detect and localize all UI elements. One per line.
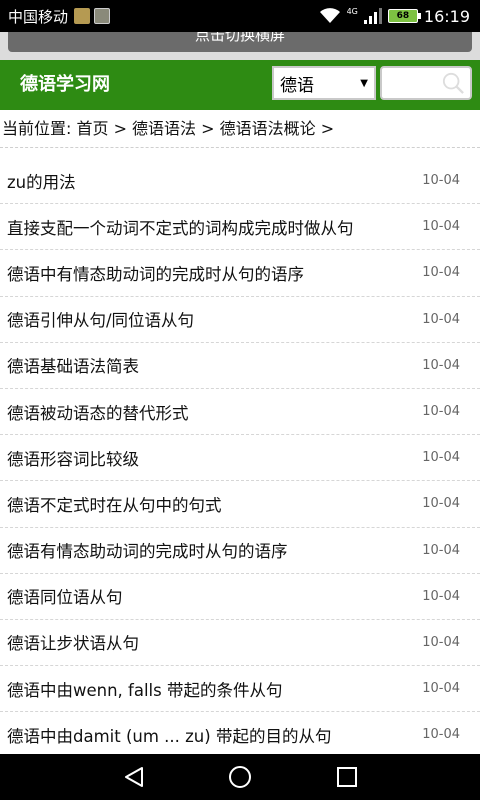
network-type-label: 4G [346,6,358,16]
article-list: zu的用法 10-04 直接支配一个动词不定式的词构成完成时做从句 10-04 德语… [0,158,480,759]
search-icon[interactable] [442,72,464,94]
article-title[interactable]: 德语基础语法简表 [7,353,139,377]
article-date: 10-04 [422,173,460,189]
article-date: 10-04 [422,450,460,466]
dropdown-arrow-icon: ▼ [360,77,368,89]
list-item[interactable]: 德语形容词比较级 10-04 [0,435,480,482]
article-date: 10-04 [422,542,460,558]
app-notification-icon [74,8,91,24]
list-item[interactable]: 德语不定式时在从句中的句式 10-04 [0,481,480,528]
article-date: 10-04 [422,219,460,235]
article-date: 10-04 [422,496,460,512]
site-logo[interactable]: 德语学习网 [20,60,110,110]
language-select[interactable]: 德语 ▼ [272,66,376,100]
battery-icon: 68 [387,9,421,23]
landscape-banner: 点击切换横屏 [0,32,480,60]
article-title[interactable]: 德语同位语从句 [7,584,123,608]
article-date: 10-04 [422,634,460,650]
list-item[interactable]: 德语同位语从句 10-04 [0,574,480,620]
list-item[interactable]: 德语中由wenn, falls 带起的条件从句 10-04 [0,666,480,713]
article-title[interactable]: 德语引伸从句/同位语从句 [7,307,194,331]
article-title[interactable]: 德语形容词比较级 [7,446,139,470]
recent-apps-icon[interactable] [335,765,359,789]
article-title[interactable]: 德语中由wenn, falls 带起的条件从句 [7,677,282,701]
article-title[interactable]: 德语中由damit (um ... zu) 带起的目的从句 [7,723,331,747]
article-date: 10-04 [422,727,460,743]
back-icon[interactable] [122,765,146,789]
switch-landscape-button[interactable]: 点击切换横屏 [8,32,472,52]
list-item[interactable]: zu的用法 10-04 [0,158,480,205]
list-item[interactable]: 德语中由damit (um ... zu) 带起的目的从句 10-04 [0,712,480,759]
language-select-value: 德语 [280,75,314,96]
site-header: 德语学习网 德语 ▼ [0,60,480,110]
image-notification-icon [94,8,111,24]
breadcrumb: 当前位置: 首页 > 德语语法 > 德语语法概论 > [0,110,480,148]
article-date: 10-04 [422,681,460,697]
article-title[interactable]: 德语不定式时在从句中的句式 [7,492,222,516]
list-item[interactable]: 直接支配一个动词不定式的词构成完成时做从句 10-04 [0,204,480,251]
article-date: 10-04 [422,311,460,327]
home-icon[interactable] [228,765,252,789]
article-title[interactable]: 德语有情态助动词的完成时从句的语序 [7,538,288,562]
article-title[interactable]: zu的用法 [7,169,76,193]
search-input[interactable] [380,66,472,100]
wifi-icon [319,8,340,23]
list-item[interactable]: 德语让步状语从句 10-04 [0,620,480,667]
list-item[interactable]: 德语有情态助动词的完成时从句的语序 10-04 [0,528,480,574]
article-title[interactable]: 德语让步状语从句 [7,630,139,654]
article-title[interactable]: 德语中有情态助动词的完成时从句的语序 [7,261,304,285]
article-title[interactable]: 直接支配一个动词不定式的词构成完成时做从句 [7,215,354,239]
article-title[interactable]: 德语被动语态的替代形式 [7,400,189,424]
list-item[interactable]: 德语引伸从句/同位语从句 10-04 [0,297,480,343]
signal-icon [363,8,382,24]
carrier-label: 中国移动 [8,7,69,26]
list-item[interactable]: 德语被动语态的替代形式 10-04 [0,389,480,436]
status-bar: 中国移动 4G 68 16:19 [0,0,480,32]
article-date: 10-04 [422,357,460,373]
system-nav-bar [0,754,480,800]
list-item[interactable]: 德语基础语法简表 10-04 [0,343,480,389]
article-date: 10-04 [422,265,460,281]
list-item[interactable]: 德语中有情态助动词的完成时从句的语序 10-04 [0,250,480,297]
article-date: 10-04 [422,588,460,604]
article-date: 10-04 [422,404,460,420]
clock: 16:19 [423,6,470,26]
